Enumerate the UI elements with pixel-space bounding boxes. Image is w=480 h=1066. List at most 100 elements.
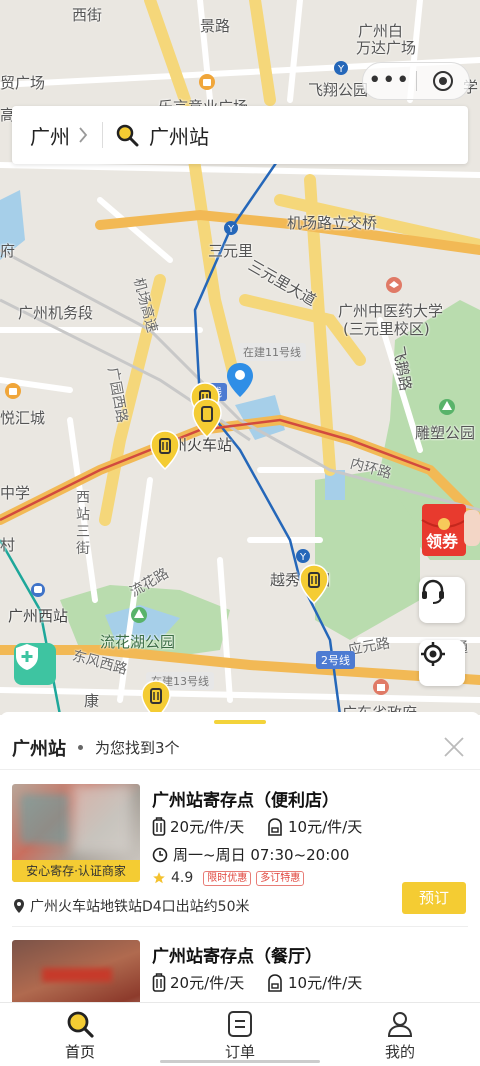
city-selector[interactable]: 广州 [30,121,70,150]
backpack-icon [268,817,282,836]
suitcase-icon [152,972,166,992]
location-pin-icon [14,899,24,913]
map-label: 三元里 [208,242,254,260]
map-label: 在建11号线 [238,343,306,361]
tab-label: 我的 [384,1043,415,1061]
government-icon [373,679,389,695]
separator-dot [78,745,83,750]
store-address: 广州火车站地铁站D4口出站约50米 [12,896,250,916]
university-icon [386,277,402,293]
chevron-right-icon [79,127,88,143]
clock-icon [152,847,168,862]
map-label: 中学 [0,484,31,502]
small-price-text: 10元/件/天 [288,974,363,992]
coupon-label: 领券 [426,532,459,551]
close-icon[interactable] [442,735,466,759]
opening-hours: 周一~周日 07:30~20:00 [152,844,349,865]
metro-station-icon: Y [224,221,238,235]
bottom-tab-bar: 首页 订单 我的 [0,1002,480,1066]
store-name: 广州站寄存点（餐厅） [152,947,322,967]
miniprogram-capsule: ••• [362,62,470,100]
tab-label: 订单 [224,1043,255,1061]
results-station: 广州站 [12,738,66,760]
shield-icon [16,644,38,670]
verified-merchant-badge: 安心寄存·认证商家 [12,860,140,882]
map-label: 贸广场 [0,74,46,92]
star-icon [153,872,165,884]
map-label: 流花湖公园 [100,633,176,651]
small-bag-price: 10元/件/天 [266,816,362,837]
map-label: 西站三街 [76,490,90,557]
tab-label: 首页 [64,1043,95,1061]
small-bag-price: 10元/件/天 [266,972,362,993]
map-label: 机场路立交桥 [287,214,378,232]
rating-row: 4.9 限时优惠 多订特惠 [152,870,305,886]
svg-text:Y: Y [337,64,345,75]
close-miniprogram-icon[interactable] [416,70,469,92]
metro-station-icon: Y [296,549,310,563]
divider [12,926,468,927]
map-label: 飞翔公园 [308,81,369,99]
map-label: 康 [84,692,100,710]
store-name: 广州站寄存点（便利店） [152,791,339,811]
shopping-icon [5,383,21,399]
map-label: 广州机务段 [18,304,94,322]
train-station-icon [31,583,45,597]
tab-home[interactable]: 首页 [0,1003,160,1066]
map-label: 村 [0,536,16,554]
search-icon [116,124,139,147]
store-thumbnail [12,940,140,1002]
large-bag-price: 20元/件/天 [152,972,244,993]
search-bar[interactable]: 广州 广州站 [12,106,468,164]
home-indicator [160,1060,320,1063]
sheet-drag-handle[interactable] [214,720,266,724]
store-thumbnail: 安心寄存·认证商家 [12,784,140,882]
results-count: 为您找到3个 [95,739,180,757]
promo-tag: 限时优惠 [203,870,252,886]
tab-profile[interactable]: 我的 [320,1003,480,1066]
results-sheet: 广州站 为您找到3个 安心寄存·认证商家 广州站寄存点（便利店） 20元/件/天… [0,712,480,1002]
order-icon [228,1011,252,1037]
more-menu-icon[interactable]: ••• [363,70,416,92]
safety-button[interactable] [14,643,56,685]
customer-service-button[interactable] [419,577,465,623]
hours-text: 周一~周日 07:30~20:00 [173,846,350,864]
search-input[interactable]: 广州站 [149,121,209,150]
park-icon [131,607,147,623]
shopping-icon [199,74,215,90]
map-label: 府 [0,242,16,260]
backpack-icon [268,973,282,992]
map-label: 西街 [72,6,103,24]
user-icon [387,1012,413,1037]
headset-icon [422,579,444,604]
large-price-text: 20元/件/天 [170,974,245,992]
luggage-storage-pin-icon[interactable] [141,680,171,715]
coupon-button[interactable]: 领券 [420,500,480,558]
current-location-pin-icon [227,363,253,397]
luggage-storage-pin-icon[interactable] [150,430,180,470]
map-label: 雕塑公园 [415,424,476,442]
book-button[interactable]: 预订 [402,882,466,914]
promo-tag: 多订特惠 [256,870,305,886]
small-price-text: 10元/件/天 [288,818,363,836]
park-icon [439,399,455,415]
map-label: 悦汇城 [0,409,46,427]
rating-value: 4.9 [171,870,194,886]
luggage-storage-pin-icon[interactable] [192,398,222,438]
search-icon [67,1011,94,1038]
svg-text:Y: Y [299,552,307,563]
locate-icon [421,642,445,666]
map-label: 广州西站 [8,607,69,625]
large-price-text: 20元/件/天 [170,818,245,836]
svg-text:Y: Y [227,224,235,235]
map-label: 万达广场 [356,39,417,57]
address-text: 广州火车站地铁站D4口出站约50米 [30,899,250,915]
suitcase-icon [152,816,166,836]
metro-station-icon: Y [334,61,348,75]
large-bag-price: 20元/件/天 [152,816,244,837]
map-label: (三元里校区) [343,320,430,338]
luggage-storage-pin-icon[interactable] [299,564,329,604]
results-header: 广州站 为您找到3个 [0,726,480,770]
tab-orders[interactable]: 订单 [160,1003,320,1066]
locate-me-button[interactable] [419,640,465,686]
